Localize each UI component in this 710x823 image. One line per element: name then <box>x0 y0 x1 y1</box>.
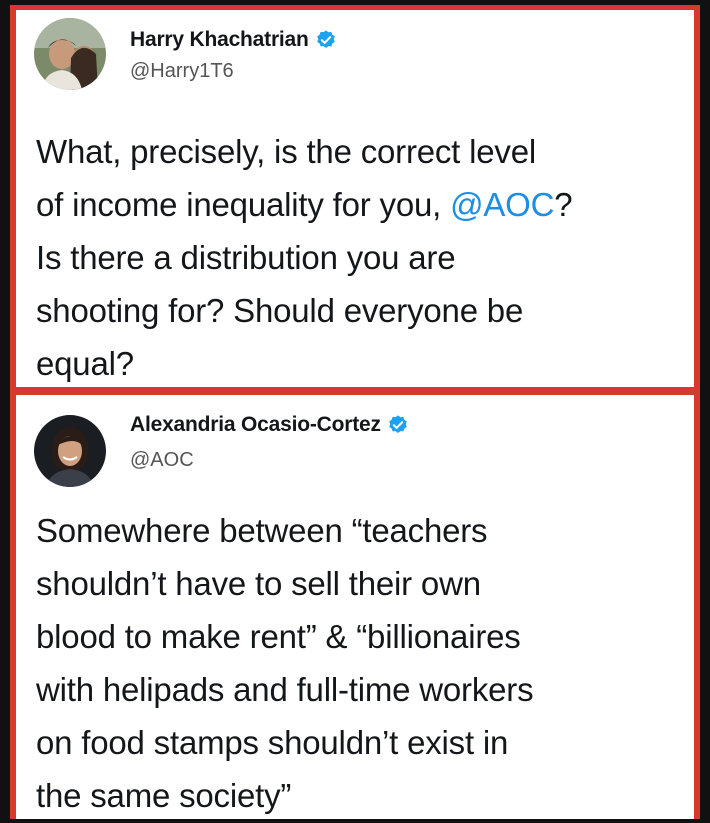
author-name[interactable]: Harry Khachatrian <box>130 28 309 52</box>
author-row: Alexandria Ocasio-Cortez <box>130 413 409 437</box>
author-name[interactable]: Alexandria Ocasio-Cortez <box>130 413 381 437</box>
screenshot-frame: Harry Khachatrian @Harry1T6 What, precis… <box>10 5 700 819</box>
author-handle[interactable]: @AOC <box>130 449 194 472</box>
avatar-photo-icon <box>34 18 106 90</box>
avatar-photo-icon <box>34 415 106 487</box>
verified-badge-icon <box>387 414 409 436</box>
mention-link[interactable]: @AOC <box>450 186 554 223</box>
tweet-text: What, precisely, is the correct level of… <box>36 125 686 387</box>
tweet-text: Somewhere between “teachers shouldn’t ha… <box>36 512 534 814</box>
avatar[interactable] <box>34 18 106 90</box>
avatar[interactable] <box>34 415 106 487</box>
tweet-card-harry: Harry Khachatrian @Harry1T6 What, precis… <box>16 10 694 387</box>
verified-badge-icon <box>315 29 337 51</box>
author-row: Harry Khachatrian <box>130 28 337 52</box>
tweet-card-aoc: Alexandria Ocasio-Cortez @AOC Somewhere … <box>16 395 694 819</box>
author-handle[interactable]: @Harry1T6 <box>130 60 234 83</box>
